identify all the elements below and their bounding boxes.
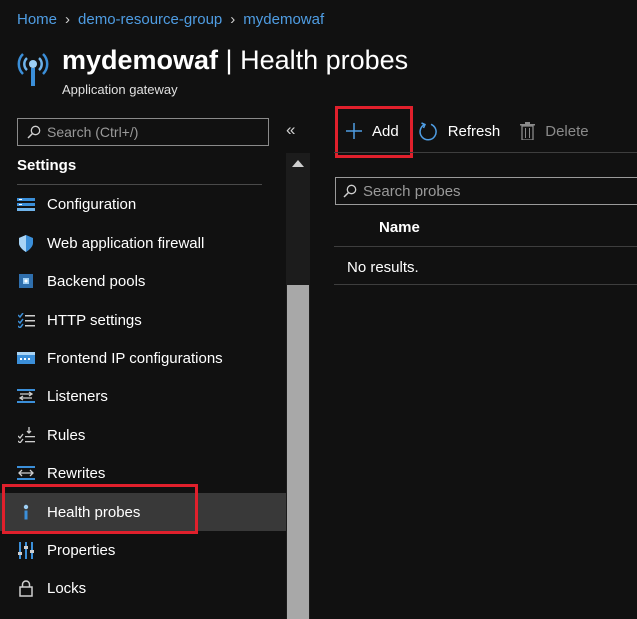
breadcrumb-resource[interactable]: mydemowaf <box>243 11 324 28</box>
application-gateway-icon <box>17 53 49 86</box>
trash-icon <box>520 122 536 140</box>
breadcrumb-resource-group[interactable]: demo-resource-group <box>78 11 222 28</box>
sidebar-item-label: Properties <box>47 541 116 559</box>
breadcrumb-home[interactable]: Home <box>17 11 57 28</box>
collapse-sidebar-icon[interactable]: « <box>286 120 295 140</box>
add-label: Add <box>372 122 399 140</box>
resource-name: mydemowaf <box>62 45 219 75</box>
rewrites-icon <box>17 464 35 482</box>
divider <box>334 152 637 153</box>
sidebar-item-backend-pools[interactable]: Backend pools <box>0 262 286 300</box>
sidebar-item-label: Listeners <box>47 387 108 405</box>
breadcrumb: Home › demo-resource-group › mydemowaf <box>17 11 324 28</box>
sidebar-item-locks[interactable]: Locks <box>0 569 286 607</box>
sidebar-search-placeholder: Search (Ctrl+/) <box>47 124 139 140</box>
delete-label: Delete <box>545 122 589 140</box>
page-title: mydemowaf | Health probes <box>62 44 408 76</box>
divider <box>334 284 637 285</box>
rules-icon <box>17 426 35 444</box>
listeners-icon <box>17 387 35 405</box>
sidebar-item-label: Rewrites <box>47 464 106 482</box>
search-probes-field[interactable] <box>335 177 637 205</box>
scrollbar-thumb[interactable] <box>287 285 309 619</box>
resource-type: Application gateway <box>62 82 178 97</box>
sidebar-item-rules[interactable]: Rules <box>0 416 286 454</box>
search-icon <box>343 184 357 198</box>
refresh-button[interactable]: Refresh <box>419 121 501 141</box>
properties-icon <box>17 541 35 559</box>
settings-section-heading: Settings <box>17 157 77 174</box>
configuration-icon <box>17 195 35 213</box>
sidebar-item-label: Frontend IP configurations <box>47 349 223 367</box>
sidebar-item-label: Backend pools <box>47 272 146 290</box>
column-header-name[interactable]: Name <box>379 219 420 236</box>
sidebar-item-label: Locks <box>47 579 87 597</box>
delete-button[interactable]: Delete <box>520 122 589 140</box>
sidebar-item-label: Configuration <box>47 195 137 213</box>
search-probes-input[interactable] <box>363 182 623 200</box>
sidebar-item-label: HTTP settings <box>47 311 142 329</box>
search-icon <box>27 125 41 139</box>
page-header: mydemowaf | Health probes Application ga… <box>16 44 408 97</box>
backend-pools-icon <box>17 272 35 290</box>
refresh-icon <box>419 121 438 141</box>
http-settings-icon <box>17 311 35 329</box>
refresh-label: Refresh <box>447 122 501 140</box>
shield-icon <box>17 234 35 252</box>
sidebar-search-input[interactable]: Search (Ctrl+/) <box>17 118 269 146</box>
plus-icon <box>346 123 362 139</box>
empty-state-text: No results. <box>347 259 419 276</box>
sidebar-item-http-settings[interactable]: HTTP settings <box>0 301 286 339</box>
sidebar-item-frontend-ip-configurations[interactable]: Frontend IP configurations <box>0 339 286 377</box>
chevron-right-icon: › <box>230 11 236 28</box>
sidebar-scrollbar[interactable] <box>286 153 310 619</box>
lock-icon <box>17 579 35 597</box>
page-name: Health probes <box>240 45 409 75</box>
add-button[interactable]: Add <box>346 123 399 140</box>
sidebar-item-configuration[interactable]: Configuration <box>0 185 286 223</box>
divider <box>334 246 637 247</box>
chevron-right-icon: › <box>65 11 71 28</box>
title-separator: | <box>218 45 241 75</box>
sidebar-item-web-application-firewall[interactable]: Web application firewall <box>0 224 286 262</box>
frontend-ip-icon <box>17 349 35 367</box>
sidebar-item-listeners[interactable]: Listeners <box>0 377 286 415</box>
sidebar-item-properties[interactable]: Properties <box>0 531 286 569</box>
sidebar-item-label: Web application firewall <box>47 234 205 252</box>
command-bar: Add Refresh Delete <box>334 116 609 146</box>
highlight-health-probes <box>2 484 198 534</box>
scroll-up-arrow-icon[interactable] <box>292 160 304 167</box>
sidebar-item-label: Rules <box>47 426 86 444</box>
